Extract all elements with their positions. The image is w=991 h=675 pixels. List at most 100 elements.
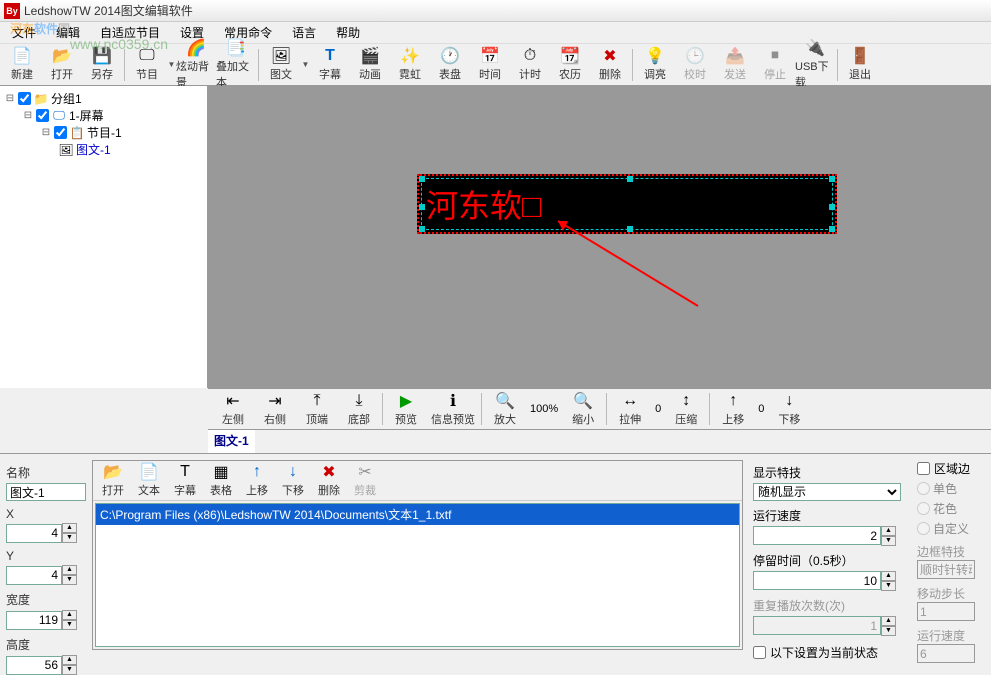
display-effect-select[interactable]: 随机显示	[753, 483, 901, 501]
bg-button[interactable]: 🌈炫动背景	[176, 45, 216, 85]
spin-down[interactable]: ▼	[62, 575, 77, 585]
speed-input[interactable]	[753, 526, 881, 545]
zoomout-icon: 🔍	[573, 392, 593, 410]
time-button[interactable]: 📅时间	[470, 45, 510, 85]
anim-button[interactable]: 🎬动画	[350, 45, 390, 85]
table-icon: ▦	[211, 463, 231, 481]
menu-help[interactable]: 帮助	[326, 22, 370, 43]
folder-icon: 📁	[33, 92, 49, 106]
state-checkbox[interactable]	[753, 646, 766, 659]
area-border-label: 区域边	[934, 460, 970, 477]
bright-button[interactable]: 💡调亮	[635, 45, 675, 85]
file-table-button[interactable]: ▦表格	[203, 461, 239, 501]
spin-up[interactable]: ▲	[62, 655, 77, 665]
width-input[interactable]	[6, 611, 62, 630]
file-row[interactable]: C:\Program Files (x86)\LedshowTW 2014\Do…	[96, 504, 739, 525]
area-border-checkbox[interactable]	[917, 462, 930, 475]
image-icon: 🖼	[58, 143, 74, 157]
tree-program[interactable]: ⊟ 📋 节目-1	[4, 124, 203, 141]
clock-button[interactable]: 🕐表盘	[430, 45, 470, 85]
zoomout-button[interactable]: 🔍缩小	[562, 389, 604, 429]
subtitle-button[interactable]: T字幕	[310, 45, 350, 85]
resize-handle[interactable]	[419, 176, 425, 182]
resize-handle[interactable]	[829, 204, 835, 210]
align-bottom-button[interactable]: ⤓底部	[338, 389, 380, 429]
compress-button[interactable]: ↕压缩	[665, 389, 707, 429]
menu-file[interactable]: 文件	[2, 22, 46, 43]
exit-button[interactable]: 🚪退出	[840, 45, 880, 85]
spin-down[interactable]: ▼	[881, 581, 896, 591]
file-up-button[interactable]: ↑上移	[239, 461, 275, 501]
titlebar: By LedshowTW 2014图文编辑软件	[0, 0, 991, 22]
lunar-button[interactable]: 📆农历	[550, 45, 590, 85]
spin-up[interactable]: ▲	[62, 565, 77, 575]
chevron-down-icon[interactable]: ▼	[301, 60, 310, 69]
x-input[interactable]	[6, 524, 62, 543]
tree-check[interactable]	[18, 92, 31, 105]
delete-button[interactable]: ✖删除	[590, 45, 630, 85]
file-delete-button[interactable]: ✖删除	[311, 461, 347, 501]
overlay-button[interactable]: 📑叠加文本	[216, 45, 256, 85]
collapse-icon[interactable]: ⊟	[22, 110, 34, 121]
tree-check[interactable]	[36, 109, 49, 122]
collapse-icon[interactable]: ⊟	[40, 127, 52, 138]
moveup-button[interactable]: ↑上移	[712, 389, 754, 429]
spin-up: ▲	[881, 616, 896, 626]
tab-current[interactable]: 图文-1	[208, 430, 255, 453]
spin-down[interactable]: ▼	[881, 536, 896, 546]
file-text-button[interactable]: 📄文本	[131, 461, 167, 501]
tree-item[interactable]: 🖼 图文-1	[4, 141, 203, 158]
file-list[interactable]: C:\Program Files (x86)\LedshowTW 2014\Do…	[95, 503, 740, 647]
resize-handle[interactable]	[829, 226, 835, 232]
spin-up[interactable]: ▲	[881, 571, 896, 581]
file-subtitle-button[interactable]: T字幕	[167, 461, 203, 501]
stop-button: ⏹停止	[755, 45, 795, 85]
file-open-button[interactable]: 📂打开	[95, 461, 131, 501]
file-down-button[interactable]: ↓下移	[275, 461, 311, 501]
spin-down: ▼	[881, 626, 896, 636]
name-input[interactable]	[6, 483, 86, 501]
led-display[interactable]: 河东软□	[417, 174, 837, 234]
height-input[interactable]	[6, 656, 62, 675]
resize-handle[interactable]	[419, 204, 425, 210]
usb-button[interactable]: 🔌USB下载	[795, 45, 835, 85]
timer-button[interactable]: ⏱计时	[510, 45, 550, 85]
y-input[interactable]	[6, 566, 62, 585]
align-left-button[interactable]: ⇤左侧	[212, 389, 254, 429]
spin-down[interactable]: ▼	[62, 620, 77, 630]
main-area: ⊟ 📁 分组1 ⊟ 🖵 1-屏幕 ⊟ 📋 节目-1 🖼 图文-1	[0, 86, 991, 388]
preview-button[interactable]: ▶预览	[385, 389, 427, 429]
resize-handle[interactable]	[829, 176, 835, 182]
resize-handle[interactable]	[627, 176, 633, 182]
align-top-button[interactable]: ⤒顶端	[296, 389, 338, 429]
menu-language[interactable]: 语言	[282, 22, 326, 43]
resize-handle[interactable]	[627, 226, 633, 232]
collapse-icon[interactable]: ⊟	[4, 93, 16, 104]
align-right-button[interactable]: ⇥右侧	[254, 389, 296, 429]
movedown-button[interactable]: ↓下移	[768, 389, 810, 429]
image-button[interactable]: 🖼图文	[261, 45, 301, 85]
spin-up[interactable]: ▲	[62, 610, 77, 620]
spin-up[interactable]: ▲	[62, 523, 77, 533]
chevron-down-icon[interactable]: ▼	[167, 60, 176, 69]
info-icon: ℹ	[443, 392, 463, 410]
delete-icon: ✖	[600, 47, 620, 65]
menu-common[interactable]: 常用命令	[214, 22, 282, 43]
zoomin-button[interactable]: 🔍放大	[484, 389, 526, 429]
spin-down[interactable]: ▼	[62, 665, 77, 675]
new-button[interactable]: 📄新建	[2, 45, 42, 85]
neon-button[interactable]: ✨霓虹	[390, 45, 430, 85]
stay-input[interactable]	[753, 571, 881, 590]
stretch-button[interactable]: ↔拉伸	[609, 389, 651, 429]
tree-group[interactable]: ⊟ 📁 分组1	[4, 90, 203, 107]
led-textbox[interactable]: 河东软□	[421, 178, 833, 230]
spin-up[interactable]: ▲	[881, 526, 896, 536]
spin-down[interactable]: ▼	[62, 533, 77, 543]
x-label: X	[6, 507, 86, 521]
led-text: 河东软□	[422, 181, 541, 227]
resize-handle[interactable]	[419, 226, 425, 232]
tree-screen[interactable]: ⊟ 🖵 1-屏幕	[4, 107, 203, 124]
canvas[interactable]: 河东软□	[208, 86, 991, 388]
tree-check[interactable]	[54, 126, 67, 139]
info-button[interactable]: ℹ信息预览	[427, 389, 479, 429]
